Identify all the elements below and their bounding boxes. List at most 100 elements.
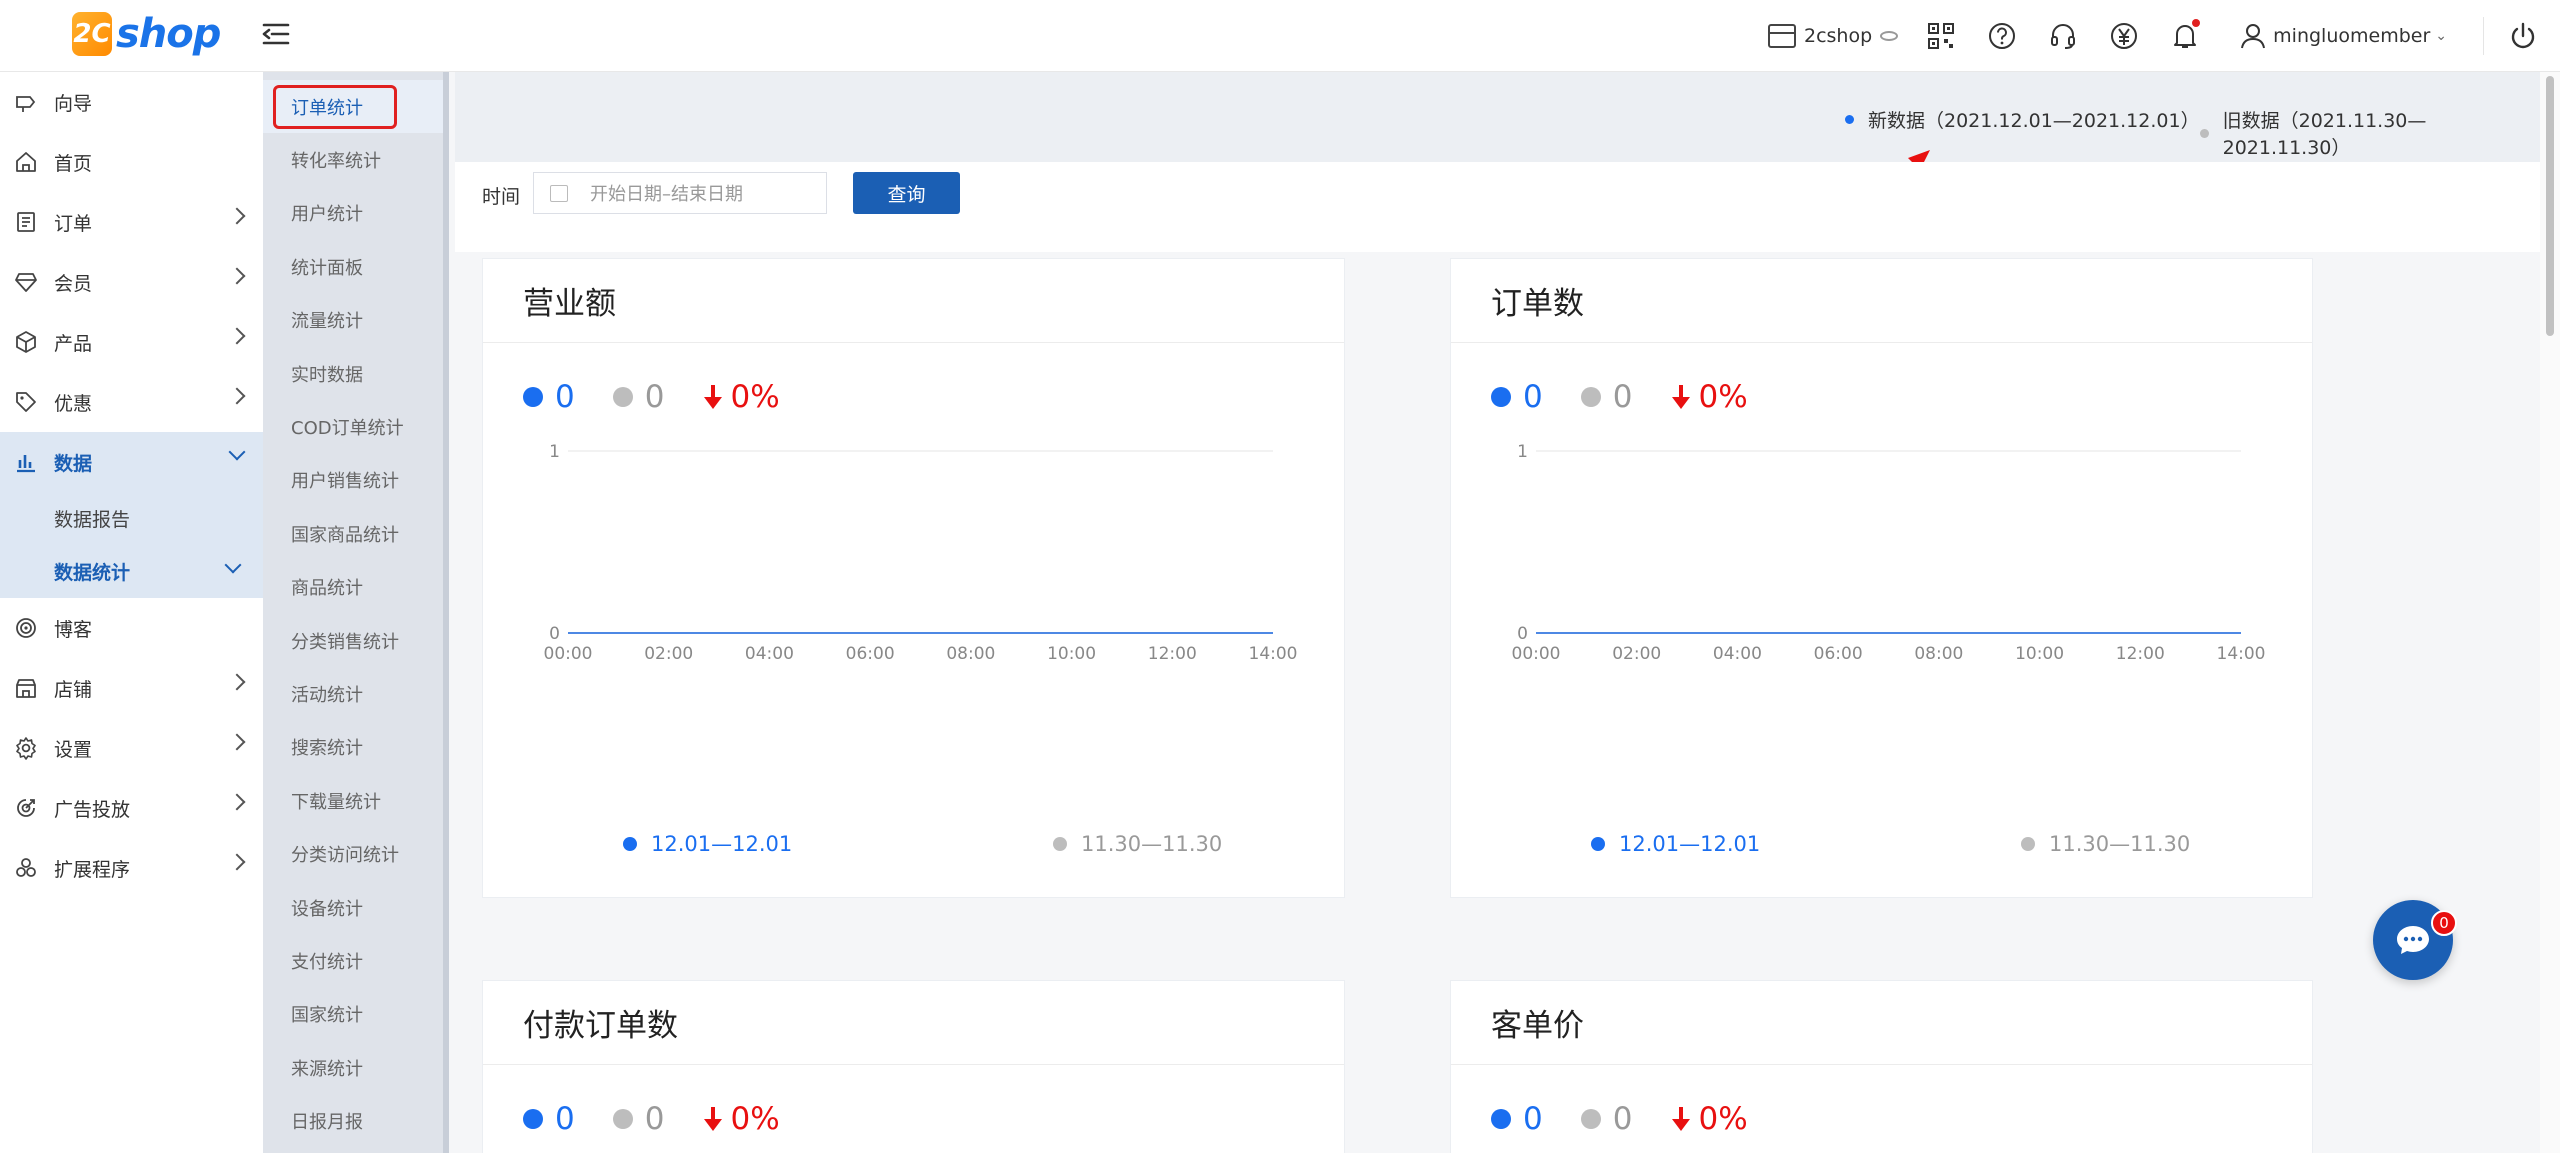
chevron-right-icon: [228, 733, 246, 751]
sidebar-item-label: 数据: [54, 452, 93, 475]
change-value: 0%: [702, 379, 780, 415]
scrollbar[interactable]: [2540, 72, 2560, 1153]
subnav-item-countries[interactable]: 国家统计: [263, 988, 443, 1041]
current-dot: [1491, 387, 1511, 407]
subnav-label: 活动统计: [291, 684, 363, 706]
logo-mark: 2C: [72, 12, 112, 56]
subnav-item-sources[interactable]: 来源统计: [263, 1041, 443, 1094]
change-value-text: 0%: [1698, 1101, 1748, 1137]
x-tick-label: 00:00: [544, 644, 593, 664]
orders-line-chart: 1 000:00 02:00 04:00 06:00 08:00 10:00 12:00 14:…: [1512, 442, 2266, 664]
sidebar-item-ads[interactable]: 广告投放: [0, 778, 263, 838]
eye-icon[interactable]: [1880, 31, 1899, 41]
query-button[interactable]: 查询: [853, 172, 960, 214]
sidebar-subitem-data-report[interactable]: 数据报告: [0, 492, 263, 545]
sidebar: 向导 首页 订单 会员 产品 优惠 数据 数据报告 数据统计 博客 店铺 设置 …: [0, 72, 263, 1153]
sidebar-item-label: 会员: [54, 272, 93, 295]
series-previous-legend[interactable]: 11.30—11.30: [1053, 832, 1222, 856]
shop-switcher[interactable]: 2cshop: [1767, 24, 1899, 48]
subnav-item-campaigns[interactable]: 活动统计: [263, 667, 443, 720]
subnav-item-payments[interactable]: 支付统计: [263, 934, 443, 987]
series-previous-legend[interactable]: 11.30—11.30: [2021, 832, 2190, 856]
sidebar-item-data[interactable]: 数据: [0, 432, 263, 492]
subnav-label: 商品统计: [291, 578, 363, 600]
chevron-down-icon: ⌄: [2435, 28, 2447, 44]
sidebar-item-members[interactable]: 会员: [0, 252, 263, 312]
sidebar-item-blog[interactable]: 博客: [0, 598, 263, 658]
qr-code-icon[interactable]: [1926, 21, 1956, 51]
subnav-item-devices[interactable]: 设备统计: [263, 881, 443, 934]
sidebar-item-settings[interactable]: 设置: [0, 718, 263, 778]
subnav-item-search[interactable]: 搜索统计: [263, 721, 443, 774]
subnav-item-reports[interactable]: 日报月报: [263, 1094, 443, 1147]
card-title: 付款订单数: [483, 981, 1344, 1065]
sidebar-item-products[interactable]: 产品: [0, 312, 263, 372]
extension-icon: [14, 856, 38, 880]
chat-button[interactable]: 0: [2373, 900, 2457, 980]
subnav-item-cod-orders[interactable]: COD订单统计: [263, 400, 443, 453]
time-label: 时间: [482, 186, 521, 208]
subnav-item-users[interactable]: 用户统计: [263, 187, 443, 240]
bell-icon[interactable]: [2170, 19, 2201, 51]
sidebar-item-promotions[interactable]: 优惠: [0, 372, 263, 432]
subnav-item-conversion[interactable]: 转化率统计: [263, 133, 443, 186]
sidebar-item-store[interactable]: 店铺: [0, 658, 263, 718]
subnav-item-products[interactable]: 商品统计: [263, 561, 443, 614]
subnav-item-country-products[interactable]: 国家商品统计: [263, 507, 443, 560]
subnav-item-downloads[interactable]: 下载量统计: [263, 774, 443, 827]
headset-icon[interactable]: [2048, 21, 2078, 51]
store-icon: [1767, 24, 1796, 48]
stat-row: 0 0 0%: [523, 1101, 818, 1137]
subnav-item-traffic[interactable]: 流量统计: [263, 294, 443, 347]
x-tick-label: 02:00: [644, 644, 693, 664]
subnav-item-realtime[interactable]: 实时数据: [263, 347, 443, 400]
subnav-item-user-sales[interactable]: 用户销售统计: [263, 454, 443, 507]
previous-dot: [612, 1109, 633, 1129]
chevron-right-icon: [228, 673, 246, 691]
subnav-label: 下载量统计: [291, 791, 381, 813]
highlight-box: [273, 85, 397, 129]
change-value-text: 0%: [1698, 379, 1748, 415]
change-value-text: 0%: [730, 1101, 780, 1137]
series-current-legend[interactable]: 12.01—12.01: [623, 832, 792, 856]
series-current-legend[interactable]: 12.01—12.01: [1591, 832, 1760, 856]
sidebar-item-extensions[interactable]: 扩展程序: [0, 838, 263, 898]
scroll-thumb[interactable]: [2546, 76, 2554, 336]
chevron-right-icon: [228, 207, 246, 225]
sidebar-subitem-data-stats[interactable]: 数据统计: [0, 545, 263, 598]
arrow-down-icon: [1672, 385, 1691, 409]
subnav-item-order-stats[interactable]: 订单统计: [263, 80, 443, 134]
chart-legend: 12.01—12.01 11.30—11.30: [483, 832, 1346, 862]
chart-icon: [14, 450, 38, 474]
subnav-item-category-sales[interactable]: 分类销售统计: [263, 614, 443, 667]
series-name: 11.30—11.30: [1081, 832, 1223, 856]
change-value: 0%: [1670, 1101, 1748, 1137]
x-tick-label: 06:00: [846, 644, 895, 664]
date-range-input[interactable]: 开始日期–结束日期: [533, 172, 827, 214]
revenue-line-chart: 1 000:00 02:00 04:00 06:00 08:00 10:00 12:00 14:…: [544, 442, 1298, 664]
x-tick-label: 02:00: [1612, 644, 1661, 664]
paid-orders-card: 付款订单数 0 0 0%: [482, 980, 1345, 1153]
x-tick-label: 06:00: [1814, 644, 1863, 664]
chevron-right-icon: [228, 793, 246, 811]
yen-icon[interactable]: [2109, 21, 2139, 51]
subnav-item-category-visits[interactable]: 分类访问统计: [263, 827, 443, 880]
card-title: 客单价: [1451, 981, 2312, 1065]
user-menu[interactable]: mingluomember ⌄: [2239, 22, 2447, 50]
series-name: 11.30—11.30: [2049, 832, 2191, 856]
sidebar-item-label: 订单: [54, 212, 93, 235]
brand-logo[interactable]: 2C shop: [72, 6, 221, 62]
sidebar-item-guide[interactable]: 向导: [0, 72, 263, 132]
sidebar-item-home[interactable]: 首页: [0, 132, 263, 192]
sidebar-item-label: 产品: [54, 332, 93, 355]
power-icon[interactable]: [2508, 21, 2538, 51]
member-icon: [14, 270, 38, 294]
legend-dot: [1845, 115, 1854, 124]
subnav-item-dashboard[interactable]: 统计面板: [263, 240, 443, 293]
help-icon[interactable]: [1987, 21, 2017, 51]
menu-collapse-icon[interactable]: [258, 16, 294, 52]
current-value: 0: [523, 1101, 575, 1137]
sidebar-item-label: 优惠: [54, 392, 93, 415]
ads-icon: [14, 796, 38, 820]
sidebar-item-orders[interactable]: 订单: [0, 192, 263, 252]
